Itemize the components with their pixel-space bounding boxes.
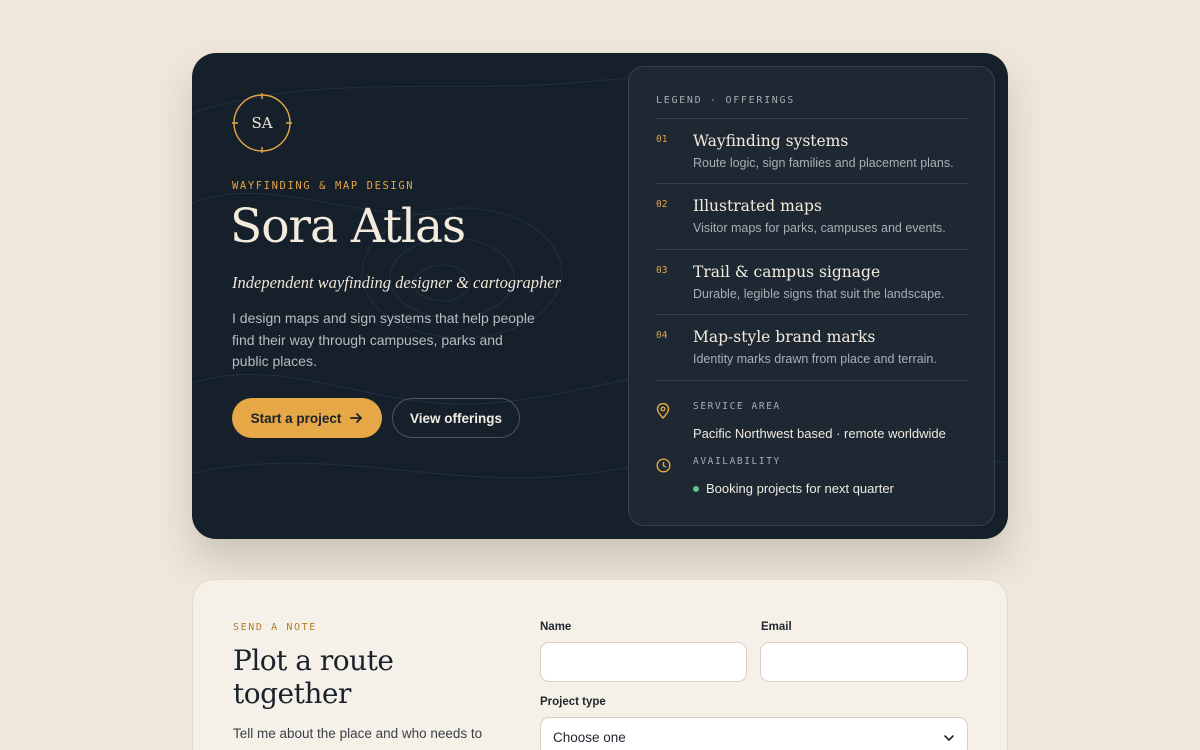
offering-description: Visitor maps for parks, campuses and eve… <box>693 221 946 235</box>
offering-item[interactable]: 04 Map-style brand marks Identity marks … <box>656 328 968 392</box>
service-area-label: SERVICE AREA <box>693 401 781 412</box>
offerings-legend: LEGEND · OFFERINGS 01 Wayfinding systems… <box>628 66 995 526</box>
offering-number: 03 <box>656 265 668 276</box>
divider <box>656 314 968 315</box>
project-type-value: Choose one <box>553 730 626 745</box>
logo-initials: SA <box>251 114 273 132</box>
availability-value: Booking projects for next quarter <box>706 481 894 496</box>
hero-subtitle: Independent wayfinding designer & cartog… <box>232 273 562 292</box>
contact-description: Tell me about the place and who needs to <box>233 726 483 741</box>
project-type-select[interactable]: Choose one <box>540 717 968 750</box>
page-title: Sora Atlas <box>230 199 466 254</box>
service-area-value: Pacific Northwest based · remote worldwi… <box>693 426 946 441</box>
contact-card: SEND A NOTE Plot a route together Tell m… <box>192 579 1008 750</box>
logo-mark: SA <box>232 93 292 153</box>
offering-number: 02 <box>656 199 668 210</box>
legend-heading: LEGEND · OFFERINGS <box>656 95 795 106</box>
email-input[interactable] <box>760 642 968 682</box>
offering-number: 04 <box>656 330 668 341</box>
arrow-right-icon <box>350 413 363 423</box>
map-pin-icon <box>656 403 670 419</box>
contact-eyebrow: SEND A NOTE <box>233 622 317 633</box>
offering-description: Identity marks drawn from place and terr… <box>693 352 937 366</box>
start-project-label: Start a project <box>250 410 342 426</box>
name-input[interactable] <box>540 642 747 682</box>
offering-title: Trail & campus signage <box>693 263 881 281</box>
offering-item[interactable]: 03 Trail & campus signage Durable, legib… <box>656 263 968 327</box>
offering-description: Durable, legible signs that suit the lan… <box>693 287 945 301</box>
email-label: Email <box>761 621 792 633</box>
offering-title: Wayfinding systems <box>693 132 849 150</box>
hero-description: I design maps and sign systems that help… <box>232 310 535 369</box>
divider <box>656 118 968 119</box>
start-project-button[interactable]: Start a project <box>232 398 382 438</box>
availability-label: AVAILABILITY <box>693 456 781 467</box>
hero-eyebrow: WAYFINDING & MAP DESIGN <box>232 180 415 192</box>
divider <box>656 183 968 184</box>
hero-card: SA WAYFINDING & MAP DESIGN Sora Atlas In… <box>192 53 1008 539</box>
name-label: Name <box>540 621 572 633</box>
offering-item[interactable]: 02 Illustrated maps Visitor maps for par… <box>656 197 968 261</box>
offering-number: 01 <box>656 134 668 145</box>
chevron-down-icon <box>944 735 954 741</box>
offering-title: Map-style brand marks <box>693 328 876 346</box>
divider <box>656 380 968 381</box>
availability-status-dot <box>693 486 699 492</box>
offering-description: Route logic, sign families and placement… <box>693 156 954 170</box>
view-offerings-button[interactable]: View offerings <box>392 398 520 438</box>
offering-title: Illustrated maps <box>693 197 822 215</box>
project-type-label: Project type <box>540 696 606 708</box>
contact-title: Plot a route together <box>233 644 394 710</box>
offering-item[interactable]: 01 Wayfinding systems Route logic, sign … <box>656 132 968 196</box>
clock-icon <box>656 458 671 473</box>
divider <box>656 249 968 250</box>
